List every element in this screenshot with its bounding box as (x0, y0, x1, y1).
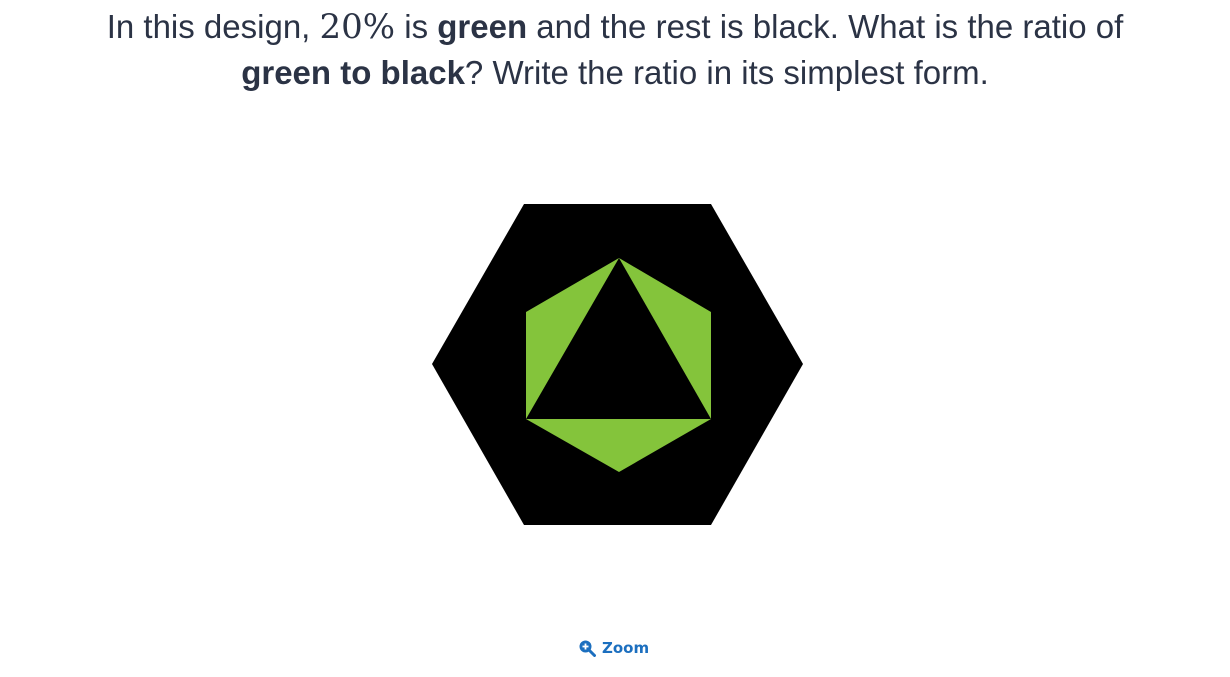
hexagon-design (432, 204, 803, 525)
zoom-button[interactable]: Zoom (578, 636, 649, 660)
zoom-label: Zoom (602, 639, 650, 657)
zoom-in-icon (578, 639, 596, 657)
